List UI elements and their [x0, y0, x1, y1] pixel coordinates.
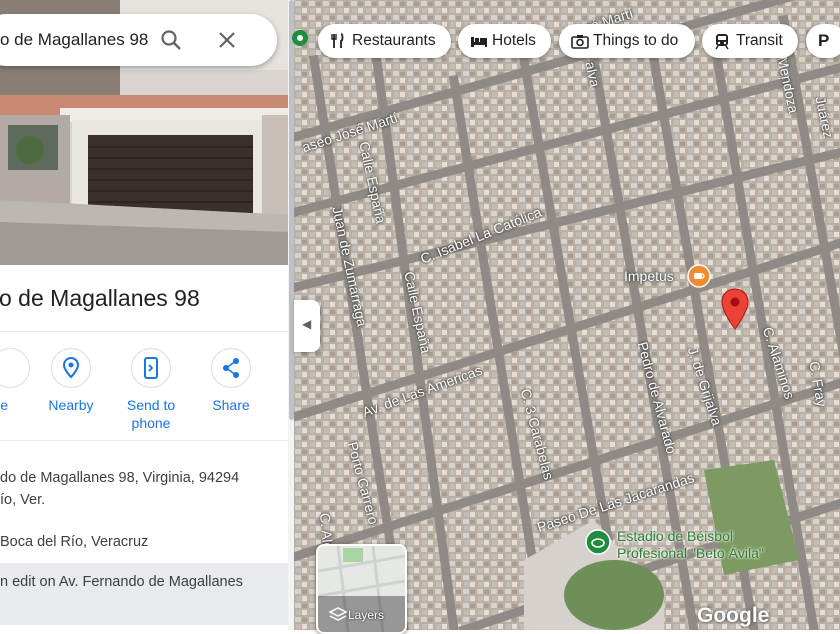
action-label: e — [0, 397, 8, 413]
saved-place-icon[interactable] — [292, 28, 308, 54]
nearby-icon — [62, 356, 80, 379]
chip-parking[interactable]: P — [806, 24, 840, 58]
chip-hotels-label: Hotels — [492, 32, 536, 49]
share-icon-circle — [211, 348, 251, 388]
stadium-icon[interactable] — [585, 529, 611, 555]
chip-restaurants-label: Restaurants — [352, 32, 436, 49]
cafe-icon[interactable] — [687, 264, 711, 288]
pending-edit-row[interactable]: n edit on Av. Fernando de Magallanes — [0, 563, 290, 625]
search-box[interactable]: o de Magallanes 98 — [0, 14, 277, 66]
camera-icon — [571, 35, 589, 49]
layers-label: Layers — [348, 608, 385, 622]
map-canvas[interactable] — [294, 0, 840, 630]
chip-things-to-do[interactable]: Things to do — [559, 24, 695, 58]
stadium-label-line1[interactable]: Estadio de Béisbol — [617, 528, 733, 544]
nearby-button[interactable]: Nearby — [31, 348, 111, 414]
send-to-phone-button[interactable]: Send to phone — [111, 348, 191, 432]
action-icon-circle — [0, 348, 30, 388]
location-pin-icon[interactable] — [721, 288, 749, 330]
place-panel: o de Magallanes 98 o de Magallanes 98 e … — [0, 0, 290, 630]
search-icon[interactable] — [160, 29, 182, 51]
send-to-phone-label: Send to phone — [126, 397, 176, 431]
locality[interactable]: Boca del Río, Veracruz — [0, 531, 148, 553]
layers-button[interactable]: Layers — [316, 544, 407, 634]
chip-hotels[interactable]: Hotels — [458, 24, 551, 58]
chip-transit[interactable]: Transit — [702, 24, 798, 58]
send-icon-circle — [131, 348, 171, 388]
pending-edit-text: n edit on Av. Fernando de Magallanes — [0, 574, 243, 590]
share-button[interactable]: Share — [191, 348, 271, 414]
phone-icon — [144, 357, 158, 379]
poi-impetus-label[interactable]: Impetus — [624, 268, 674, 284]
chevron-left-icon: ◀ — [302, 317, 312, 331]
share-icon — [223, 358, 239, 378]
nearby-icon-circle — [51, 348, 91, 388]
satellite-imagery — [294, 0, 840, 630]
divider — [0, 331, 290, 332]
search-input[interactable]: o de Magallanes 98 — [0, 30, 148, 50]
close-icon[interactable] — [218, 31, 236, 49]
chip-restaurants[interactable]: Restaurants — [318, 24, 451, 58]
chip-things-to-do-label: Things to do — [593, 32, 679, 49]
collapse-panel-button[interactable]: ◀ — [294, 300, 320, 352]
place-title: o de Magallanes 98 — [0, 285, 200, 311]
bed-icon — [471, 37, 487, 47]
train-icon — [715, 34, 729, 50]
nearby-label: Nearby — [48, 397, 94, 413]
chip-parking-label: P — [818, 31, 830, 50]
address-line-2[interactable]: ío, Ver. — [0, 489, 45, 511]
google-logo: Google — [697, 604, 770, 627]
chip-transit-label: Transit — [736, 32, 783, 49]
address-line-1[interactable]: do de Magallanes 98, Virginia, 94294 — [0, 467, 239, 489]
divider — [0, 440, 290, 441]
share-label: Share — [212, 397, 250, 413]
stadium-label-line2[interactable]: Profesional "Beto Ávila" — [617, 545, 764, 561]
fork-knife-icon — [331, 33, 344, 48]
